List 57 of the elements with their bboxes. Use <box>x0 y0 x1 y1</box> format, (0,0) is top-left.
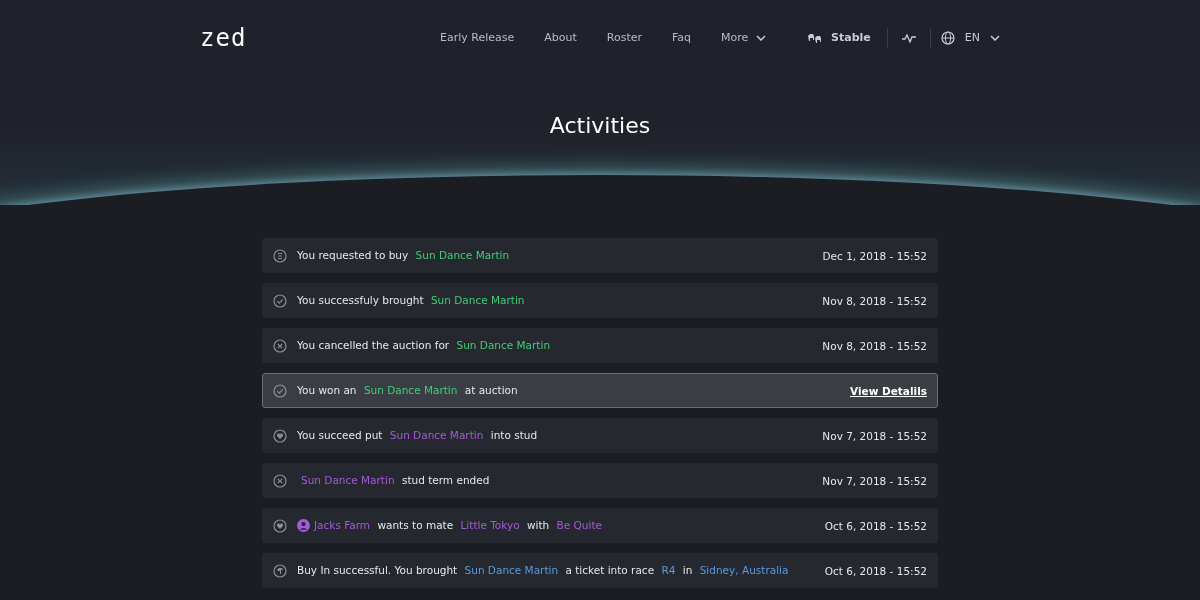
name-link[interactable]: R4 <box>661 564 676 576</box>
nav-link[interactable]: More <box>721 31 767 44</box>
activity-row[interactable]: You succeed put Sun Dance Martin into stud Nov 7, 2018 - 15:52 <box>262 418 938 453</box>
logo[interactable]: zed <box>200 23 440 52</box>
activity-message: You won an Sun Dance Martin at auction <box>297 383 519 398</box>
user-link[interactable]: Jacks Farm <box>297 518 371 534</box>
language-selector[interactable]: EN <box>930 30 1000 45</box>
name-link[interactable]: Sidney, Australia <box>699 564 789 576</box>
activity-row[interactable]: You successfuly brought Sun Dance Martin Nov 8, 2018 - 15:52 <box>262 283 938 318</box>
name-link[interactable]: Sun Dance Martin <box>363 384 458 396</box>
nav-link[interactable]: Faq <box>672 31 692 44</box>
name-link[interactable]: Sun Dance Martin <box>464 564 559 576</box>
activity-date: Dec 1, 2018 - 15:52 <box>822 249 927 262</box>
activity-message: Sun Dance Martin stud term ended <box>300 473 491 488</box>
cross-circle-icon <box>273 473 287 488</box>
activity-date: Nov 8, 2018 - 15:52 <box>822 294 927 307</box>
activity-row[interactable]: Jacks Farm wants to mate Little Tokyo with Be Quite Oct 6, 2018 - 15:52 <box>262 508 938 543</box>
cross-circle-icon <box>273 338 287 353</box>
activity-message: You requested to buy Sun Dance Martin <box>297 248 511 263</box>
activity-message: You successfuly brought Sun Dance Martin <box>297 293 526 308</box>
name-link[interactable]: Sun Dance Martin <box>415 249 510 261</box>
nav-link[interactable]: About <box>544 31 577 44</box>
name-link[interactable]: Sun Dance Martin <box>430 294 525 306</box>
page-title: Activities <box>548 112 652 138</box>
activity-row[interactable]: You won an Sun Dance Martin at auction View Detalils <box>262 373 938 408</box>
view-details-link[interactable]: View Detalils <box>850 384 927 397</box>
activity-row[interactable]: You requested to buy Sun Dance Martin Dec 1, 2018 - 15:52 <box>262 238 938 273</box>
activity-date: Nov 8, 2018 - 15:52 <box>822 339 927 352</box>
user-avatar-icon <box>297 519 310 533</box>
name-link[interactable]: Sun Dance Martin <box>389 429 484 441</box>
pulse-icon[interactable] <box>901 32 916 43</box>
coin-icon <box>273 248 287 263</box>
activity-row[interactable]: Buy In successful. You brought Sun Dance Martin a ticket into race R4 in Sidney, Australia Oct 6, 2018 - 15:52 <box>262 553 938 588</box>
nav-link[interactable]: Early Release <box>440 31 515 44</box>
chevron-down-icon <box>990 34 1000 41</box>
heart-circle-icon <box>273 428 287 443</box>
check-circle-icon <box>273 383 287 398</box>
activity-date: Oct 6, 2018 - 15:52 <box>824 564 927 577</box>
name-link[interactable]: Little Tokyo <box>460 518 520 531</box>
activity-message: You cancelled the auction for Sun Dance Martin <box>297 338 552 353</box>
horses-icon <box>807 31 824 44</box>
name-link[interactable]: Sun Dance Martin <box>301 474 395 486</box>
stable-link[interactable]: Stable <box>807 31 887 44</box>
activity-row[interactable]: You cancelled the auction for Sun Dance Martin Nov 8, 2018 - 15:52 <box>262 328 938 363</box>
activity-row[interactable]: Sun Dance Martin stud term ended Nov 7, 2018 - 15:52 <box>262 463 938 498</box>
activity-date: Oct 6, 2018 - 15:52 <box>824 519 927 532</box>
name-link[interactable]: Sun Dance Martin <box>456 339 551 351</box>
activity-message: Buy In successful. You brought Sun Dance Martin a ticket into race R4 in Sidney, Australia <box>297 563 790 578</box>
heart-circle-icon <box>273 518 287 533</box>
activity-date: Nov 7, 2018 - 15:52 <box>822 429 927 442</box>
activity-message: Jacks Farm wants to mate Little Tokyo with Be Quite <box>297 513 815 538</box>
activity-message: You succeed put Sun Dance Martin into stud <box>297 428 539 443</box>
nav-link[interactable]: Roster <box>606 31 642 44</box>
check-circle-icon <box>273 293 287 308</box>
activity-date: Nov 7, 2018 - 15:52 <box>822 474 927 487</box>
globe-icon <box>940 30 955 45</box>
name-link[interactable]: Be Quite <box>556 518 602 531</box>
